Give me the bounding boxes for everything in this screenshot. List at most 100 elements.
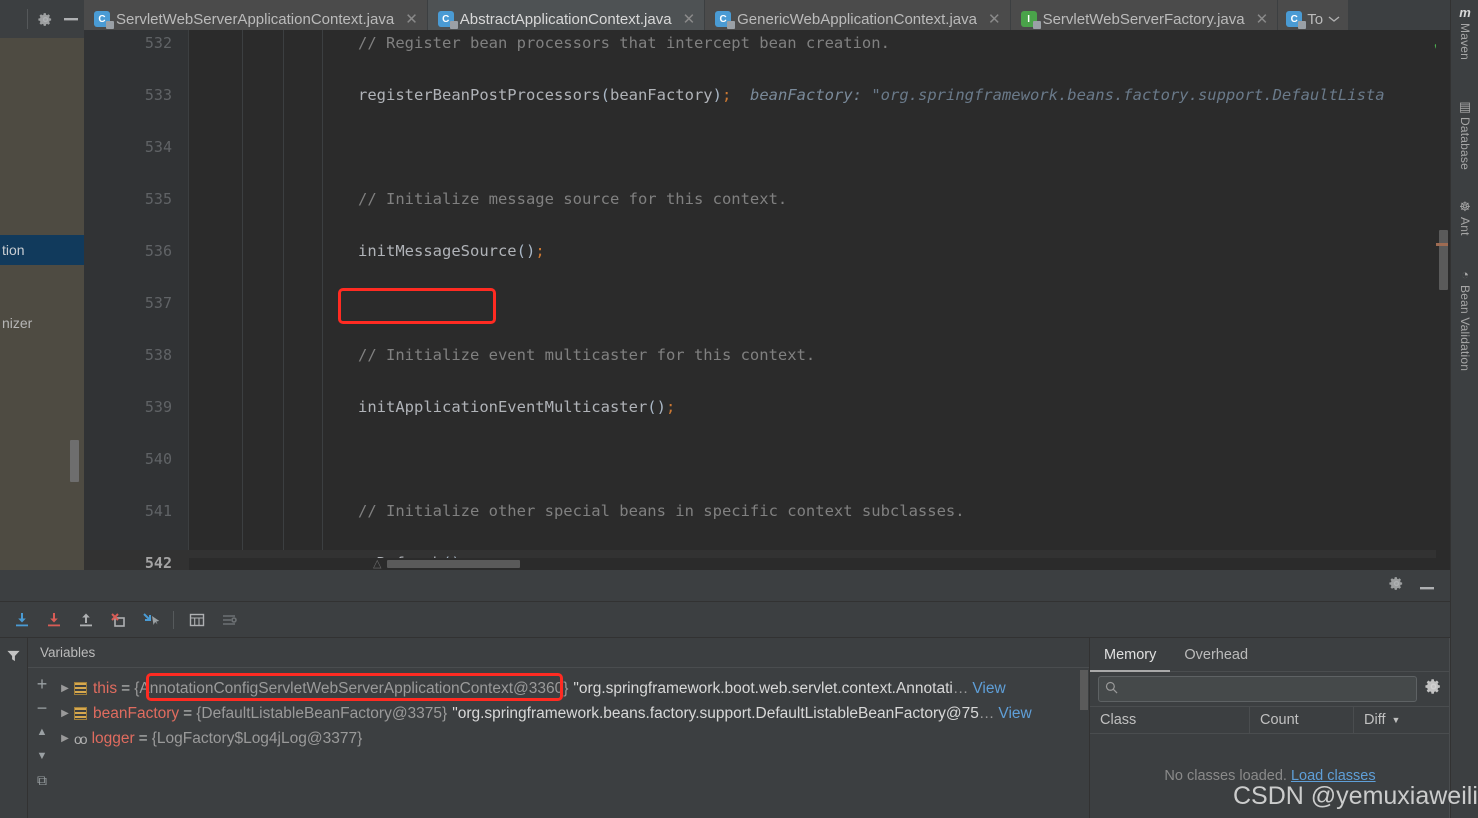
- static-field-icon: oo: [74, 730, 88, 747]
- view-link[interactable]: View: [972, 680, 1005, 698]
- inlay-hint-label: beanFactory:: [750, 86, 862, 104]
- code-line-533[interactable]: 533 registerBeanPostProcessors(beanFacto…: [84, 82, 1450, 108]
- code-line-539[interactable]: 539 initApplicationEventMulticaster();: [84, 394, 1450, 420]
- tab-label: ServletWebServerFactory.java: [1042, 10, 1245, 28]
- code-line-536[interactable]: 536 initMessageSource();: [84, 238, 1450, 264]
- code-editor[interactable]: 532 // Register bean processors that int…: [84, 30, 1450, 570]
- code-line-534[interactable]: 534: [84, 134, 1450, 160]
- column-header-count[interactable]: Count: [1250, 707, 1354, 733]
- line-content: // Initialize other special beans in spe…: [358, 502, 965, 520]
- step-over-icon[interactable]: [6, 605, 38, 635]
- divider: [173, 610, 174, 629]
- debugger-stepping-toolbar: [0, 602, 1450, 656]
- variable-name: beanFactory: [93, 704, 180, 722]
- line-content: initMessageSource();: [358, 242, 545, 260]
- right-tool-window-strip: m Maven ▤ Database ☸ Ant ◔ Bean Validati…: [1450, 0, 1478, 818]
- code-line-540[interactable]: 540: [84, 446, 1450, 472]
- code-line-537[interactable]: 537: [84, 290, 1450, 316]
- editor-horizontal-scrollbar[interactable]: △: [189, 558, 1436, 570]
- column-header-diff[interactable]: Diff ▼: [1354, 707, 1450, 733]
- variable-value: "org.springframework.beans.factory.suppo…: [452, 704, 979, 722]
- tab-label: AbstractApplicationContext.java: [459, 10, 672, 28]
- line-number: 534: [144, 138, 172, 156]
- tool-button-label: Ant: [1458, 217, 1472, 236]
- expand-arrow-icon[interactable]: ▶: [56, 733, 74, 744]
- line-number: 535: [144, 190, 172, 208]
- variables-scrollbar[interactable]: [1079, 668, 1089, 818]
- tool-button-ant[interactable]: ☸ Ant: [1451, 200, 1478, 236]
- move-up-icon[interactable]: ▲: [30, 720, 54, 744]
- memory-search-row: [1090, 672, 1450, 706]
- gear-icon[interactable]: [1389, 576, 1404, 596]
- tab-overhead[interactable]: Overhead: [1170, 638, 1262, 671]
- scrollbar-thumb[interactable]: [387, 560, 520, 568]
- java-interface-icon: I: [1020, 11, 1041, 29]
- minimize-icon[interactable]: [1420, 577, 1434, 595]
- method-call: initApplicationEventMulticaster: [358, 398, 648, 416]
- copy-icon[interactable]: ⧉: [30, 768, 54, 792]
- equals-sign: =: [138, 729, 148, 747]
- settings-list-icon[interactable]: [213, 605, 245, 635]
- background-popup-scrollbar[interactable]: [70, 440, 79, 482]
- remove-icon[interactable]: −: [30, 696, 54, 720]
- close-icon[interactable]: ✕: [1256, 10, 1269, 28]
- sort-desc-icon[interactable]: ▼: [1392, 715, 1401, 725]
- search-input[interactable]: [1098, 676, 1417, 702]
- background-popup-selected-item[interactable]: tion: [0, 235, 84, 265]
- variable-ref: {DefaultListableBeanFactory@3375}: [196, 704, 448, 722]
- code-line-538[interactable]: 538 // Initialize event multicaster for …: [84, 342, 1450, 368]
- ide-window: tion nizer C ServletWebServerApplication…: [0, 0, 1478, 818]
- expand-arrow-icon[interactable]: ▶: [56, 708, 74, 719]
- java-class-icon: C: [715, 11, 736, 29]
- step-out-icon[interactable]: [70, 605, 102, 635]
- equals-sign: =: [183, 704, 193, 722]
- tool-button-bean-validation[interactable]: ◔ Bean Validation: [1451, 267, 1478, 372]
- code-line-532[interactable]: 532 // Register bean processors that int…: [84, 30, 1450, 56]
- tool-button-maven[interactable]: m Maven: [1451, 5, 1478, 61]
- add-icon[interactable]: +: [30, 672, 54, 696]
- background-popup-item[interactable]: nizer: [0, 312, 84, 334]
- scrollbar-thumb[interactable]: [1439, 230, 1448, 290]
- line-number: 536: [144, 242, 172, 260]
- line-number: 539: [144, 398, 172, 416]
- code-lines[interactable]: 532 // Register bean processors that int…: [84, 30, 1450, 570]
- tab-memory[interactable]: Memory: [1090, 638, 1171, 672]
- variable-row-logger[interactable]: ▶ oo logger = {LogFactory$Log4jLog@3377}: [56, 726, 362, 751]
- move-down-icon[interactable]: ▼: [30, 744, 54, 768]
- code-line-535[interactable]: 535 // Initialize message source for thi…: [84, 186, 1450, 212]
- gear-icon[interactable]: [1425, 678, 1442, 700]
- close-icon[interactable]: ✕: [988, 10, 1001, 28]
- code-line-541[interactable]: 541 // Initialize other special beans in…: [84, 498, 1450, 524]
- evaluate-expression-icon[interactable]: [181, 605, 213, 635]
- run-to-cursor-icon[interactable]: [134, 605, 166, 635]
- background-popup: [0, 30, 84, 570]
- tool-button-database[interactable]: ▤ Database: [1451, 100, 1478, 170]
- search-icon: [1105, 681, 1118, 697]
- close-icon[interactable]: ✕: [405, 10, 418, 28]
- line-number: 542: [144, 554, 172, 570]
- minimize-icon[interactable]: [58, 0, 84, 38]
- step-into-icon[interactable]: [38, 605, 70, 635]
- line-content: // Initialize message source for this co…: [358, 190, 788, 208]
- variables-side-buttons: + − ▲ ▼ ⧉: [28, 668, 56, 818]
- debugger-left-strip: [0, 638, 28, 818]
- inlay-hint-value: "org.springframework.beans.factory.suppo…: [871, 86, 1385, 104]
- field-icon: [74, 707, 87, 720]
- close-icon[interactable]: ✕: [683, 10, 696, 28]
- variable-row-this[interactable]: ▶ this = {AnnotationConfigServletWebServ…: [56, 676, 1006, 701]
- scrollbar-thumb[interactable]: [1080, 670, 1088, 710]
- gear-icon[interactable]: [32, 0, 58, 38]
- chevron-down-icon[interactable]: [1328, 12, 1340, 26]
- tool-button-label: Bean Validation: [1458, 285, 1472, 372]
- maven-icon: m: [1459, 5, 1471, 20]
- view-link[interactable]: View: [998, 705, 1031, 723]
- expand-arrow-icon[interactable]: ▶: [56, 683, 74, 694]
- value-ellipsis: …: [978, 704, 995, 722]
- force-step-into-icon[interactable]: [102, 605, 134, 635]
- bean-validation-icon: ◔: [1461, 267, 1469, 282]
- filter-icon[interactable]: [1, 642, 27, 668]
- editor-vertical-scrollbar[interactable]: [1436, 30, 1450, 570]
- variables-panel[interactable]: Variables + − ▲ ▼ ⧉ ▶ this = {Annotation…: [28, 638, 1090, 818]
- variable-row-beanfactory[interactable]: ▶ beanFactory = {DefaultListableBeanFact…: [56, 701, 1032, 726]
- column-header-class[interactable]: Class: [1090, 707, 1250, 733]
